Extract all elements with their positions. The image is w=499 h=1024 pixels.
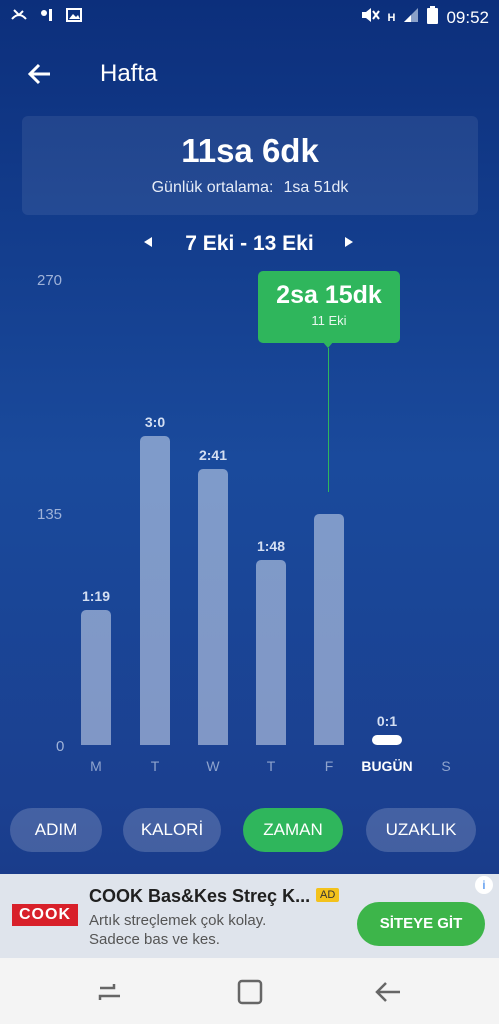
back-arrow-icon <box>375 982 400 1002</box>
metric-tabs: ADIM KALORİ ZAMAN UZAKLIK <box>0 808 499 854</box>
date-range-label: 7 Eki - 13 Eki <box>185 232 314 255</box>
x-axis-label: T <box>266 758 276 774</box>
mute-icon <box>360 6 380 29</box>
battery-icon <box>427 6 439 29</box>
tab-kalori[interactable]: KALORİ <box>123 808 221 852</box>
recent-apps-icon <box>98 984 120 1000</box>
chart-bar-today[interactable] <box>372 735 402 745</box>
chart-bar[interactable] <box>198 468 228 745</box>
home-button[interactable] <box>230 972 270 1012</box>
total-time: 11sa 6dk <box>181 132 319 169</box>
system-nav-bar <box>0 958 499 1024</box>
tooltip-date: 11 Eki <box>311 313 347 328</box>
ad-banner[interactable]: COOK COOK Bas&Kes Streç K... AD Artık st… <box>0 874 499 958</box>
page-title: Hafta <box>100 60 158 87</box>
status-time: 09:52 <box>446 7 489 27</box>
chart-bar[interactable] <box>256 559 286 745</box>
voicemail-icon <box>38 7 56 28</box>
tab-adim[interactable]: ADIM <box>10 808 102 852</box>
image-icon <box>66 7 82 28</box>
x-axis-label: M <box>90 758 102 774</box>
app-bar: Hafta <box>0 52 499 96</box>
status-bar: H 09:52 <box>0 0 499 34</box>
y-tick: 0 <box>56 738 65 755</box>
daily-average-label: Günlük ortalama: <box>151 179 274 196</box>
missed-call-icon <box>10 7 28 28</box>
bar-value-label: 1:19 <box>81 587 111 604</box>
bar-value-label: 1:48 <box>256 537 286 554</box>
arrow-left-icon <box>27 63 50 85</box>
next-week-button[interactable] <box>344 236 354 251</box>
ad-cta-button[interactable]: SİTEYE GİT <box>357 902 485 946</box>
weekly-chart: 270 135 0 1:19 M 3:0 T 2:41 W 1:48 T F 0:1 BUGÜN S <box>0 260 499 800</box>
triangle-right-icon <box>345 237 353 247</box>
ad-text-line1: Artık streçlemek çok kolay. <box>89 912 267 929</box>
tab-uzaklik[interactable]: UZAKLIK <box>366 808 476 852</box>
tab-zaman[interactable]: ZAMAN <box>243 808 343 852</box>
tooltip-line <box>328 348 329 492</box>
summary-card: 11sa 6dk Günlük ortalama: 1sa 51dk <box>22 116 478 215</box>
chart-bar[interactable] <box>314 513 344 745</box>
x-axis-label: W <box>206 758 220 774</box>
back-button[interactable] <box>22 56 58 92</box>
y-tick: 270 <box>37 272 63 289</box>
x-axis-label: S <box>441 758 451 774</box>
daily-average: Günlük ortalama: 1sa 51dk <box>22 179 478 197</box>
x-axis-label: F <box>324 758 334 774</box>
date-range: 7 Eki - 13 Eki <box>0 230 499 260</box>
selected-day-tooltip: 2sa 15dk 11 Eki <box>258 271 400 343</box>
ad-text-line2: Sadece bas ve kes. <box>89 931 220 948</box>
daily-average-value: 1sa 51dk <box>283 179 349 196</box>
ad-logo: COOK <box>12 904 78 926</box>
bar-value-label: 2:41 <box>198 446 228 463</box>
home-icon <box>237 979 263 1005</box>
ad-info-icon[interactable]: i <box>475 876 493 894</box>
h-network-icon: H <box>387 11 396 24</box>
nav-back-button[interactable] <box>368 972 408 1012</box>
tooltip-pointer <box>322 341 334 348</box>
recent-apps-button[interactable] <box>90 972 130 1012</box>
x-axis-label: T <box>150 758 160 774</box>
y-tick: 135 <box>37 506 63 523</box>
x-axis-label: BUGÜN <box>361 758 413 774</box>
bar-value-label: 0:1 <box>376 713 398 729</box>
chart-bar[interactable] <box>140 436 170 745</box>
chart-bar[interactable] <box>81 609 111 745</box>
tooltip-value: 2sa 15dk <box>276 281 382 309</box>
signal-icon <box>403 7 419 28</box>
ad-badge: AD <box>316 888 340 902</box>
ad-title: COOK Bas&Kes Streç K... <box>89 886 311 906</box>
bar-value-label: 3:0 <box>144 414 166 431</box>
